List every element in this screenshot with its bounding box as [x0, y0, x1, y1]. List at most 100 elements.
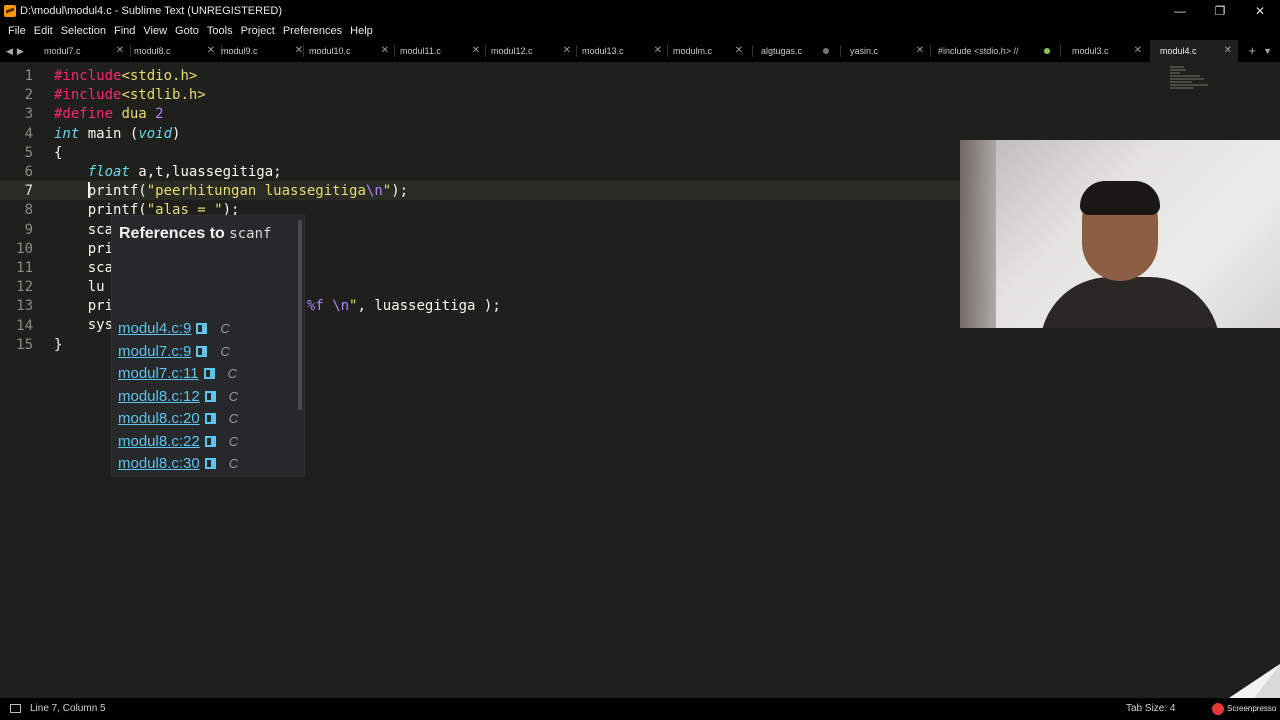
tab-modul10[interactable]: modul10.c ✕	[309, 40, 395, 62]
minimap[interactable]	[1170, 66, 1215, 96]
code-lines: #include<stdio.h> #include<stdlib.h> #de…	[54, 67, 501, 355]
line-number: 11	[16, 260, 33, 277]
token-string: "tinggi = "	[146, 240, 240, 257]
tab-modulm[interactable]: modulm.c ✕	[673, 40, 749, 62]
panel-toggle-icon[interactable]	[10, 704, 21, 713]
tab-close-icon[interactable]: ✕	[116, 40, 124, 62]
minimap-line	[1170, 81, 1192, 83]
token-escape: \n	[365, 183, 383, 200]
tab-modul8[interactable]: modul8.c ✕	[134, 40, 221, 62]
unsaved-dot-icon	[823, 48, 829, 54]
line-number: 6	[24, 164, 33, 181]
close-window-button[interactable]: ✕	[1240, 0, 1280, 22]
tab-label: modul3.c	[1072, 46, 1109, 56]
tab-close-icon[interactable]: ✕	[381, 40, 389, 62]
tab-divider	[303, 45, 304, 57]
minimap-line	[1170, 84, 1208, 86]
token-string: "	[163, 259, 173, 276]
code-line-11: scanf("%f", &t);	[54, 259, 501, 278]
code-line-14: sys	[54, 316, 501, 335]
tab-close-icon[interactable]: ✕	[1134, 40, 1142, 62]
watermark-text: Screenpresso	[1227, 704, 1277, 713]
window-controls: — ❐ ✕	[1160, 0, 1280, 22]
tab-yasin[interactable]: yasin.c ✕	[850, 40, 930, 62]
tab-label: yasin.c	[850, 46, 879, 56]
cursor-position: Line 7, Column 5	[30, 703, 106, 714]
token-plain: printf(	[87, 240, 147, 257]
token-plain: );	[239, 240, 257, 257]
line-number-gutter: 1 2 3 4 5 6 7 8 9 10 11 12 13 14 15	[0, 67, 40, 355]
line-number: 13	[16, 298, 33, 315]
menu-find[interactable]: Find	[110, 22, 139, 40]
maximize-button[interactable]: ❐	[1200, 0, 1240, 22]
menu-preferences[interactable]: Preferences	[279, 22, 346, 40]
tab-algtugas[interactable]: algtugas.c	[761, 40, 837, 62]
token-plain: main (	[79, 125, 139, 142]
new-tab-icon[interactable]: +	[1248, 40, 1256, 62]
line-number: 1	[24, 68, 33, 84]
token-plain: {	[54, 144, 63, 161]
minimap-line	[1170, 78, 1204, 80]
menu-goto[interactable]: Goto	[171, 22, 203, 40]
tab-prev-icon[interactable]: ◀	[6, 46, 13, 57]
token-plain: , luassegitiga );	[357, 298, 501, 315]
window-title: D:\modul\modul4.c - Sublime Text (UNREGI…	[20, 5, 283, 17]
tab-modul3[interactable]: modul3.c ✕	[1072, 40, 1148, 62]
menu-file[interactable]: File	[4, 22, 30, 40]
tab-list-icon[interactable]: ▼	[1263, 40, 1272, 62]
tab-divider	[576, 45, 577, 57]
tab-close-icon[interactable]: ✕	[295, 40, 303, 62]
menu-selection[interactable]: Selection	[57, 22, 110, 40]
minimize-button[interactable]: —	[1160, 0, 1200, 22]
tab-close-icon[interactable]: ✕	[916, 40, 924, 62]
token-preprocessor: #include	[54, 68, 122, 84]
code-line-3: #define dua 2	[54, 105, 501, 124]
unsaved-dot-icon	[1044, 48, 1050, 54]
token-string	[324, 298, 332, 314]
tab-close-icon[interactable]: ✕	[472, 40, 480, 62]
code-line-6: float a,t,luassegitiga;	[54, 163, 501, 182]
tab-bar: ◀ ▶ modul7.c ✕ modul8.c ✕ modul9.c ✕ modul1…	[0, 40, 1280, 62]
minimap-line	[1170, 69, 1186, 71]
menu-tools[interactable]: Tools	[203, 22, 237, 40]
tab-divider	[130, 45, 131, 57]
line-number: 10	[16, 240, 33, 257]
tab-divider	[930, 45, 931, 57]
tab-close-icon[interactable]: ✕	[563, 40, 571, 62]
menu-edit[interactable]: Edit	[30, 22, 57, 40]
tab-next-icon[interactable]: ▶	[17, 46, 24, 57]
tab-modul7[interactable]: modul7.c ✕	[44, 40, 130, 62]
menu-view[interactable]: View	[139, 22, 171, 40]
token-string: "	[138, 221, 147, 238]
menu-help[interactable]: Help	[346, 22, 377, 40]
code-line-9: scanf("%f", &a);	[54, 221, 501, 240]
line-number: 12	[16, 279, 33, 296]
tab-close-icon[interactable]: ✕	[735, 40, 743, 62]
tab-label: modul11.c	[400, 46, 441, 56]
tab-close-icon[interactable]: ✕	[1224, 40, 1232, 62]
token-plain: printf(	[87, 202, 147, 219]
tab-label: modul7.c	[44, 46, 81, 56]
tab-modul12[interactable]: modul12.c ✕	[491, 40, 577, 62]
token-string: "	[382, 183, 392, 200]
tab-modul13[interactable]: modul13.c ✕	[582, 40, 668, 62]
menu-project[interactable]: Project	[237, 22, 279, 40]
tab-size[interactable]: Tab Size: 4	[1126, 698, 1175, 720]
token-escape: \n	[332, 298, 350, 315]
token-plain: , &a);	[172, 221, 223, 238]
line-number: 4	[24, 125, 33, 142]
tab-close-icon[interactable]: ✕	[207, 40, 215, 62]
tab-modul9[interactable]: modul9.c ✕	[221, 40, 309, 62]
token-string: "	[138, 259, 147, 276]
tab-include-stdio[interactable]: #include <stdio.h> //	[938, 40, 1058, 62]
webcam-overlay	[960, 140, 1280, 328]
tab-modul11[interactable]: modul11.c ✕	[400, 40, 486, 62]
tab-modul4-active[interactable]: modul4.c ✕	[1150, 40, 1238, 62]
tab-label: #include <stdio.h> //	[938, 46, 1019, 56]
tab-close-icon[interactable]: ✕	[654, 40, 662, 62]
tab-label: modul8.c	[134, 46, 171, 56]
token-format: %f	[146, 259, 164, 276]
token-plain: lu	[87, 279, 105, 296]
tab-divider	[752, 45, 753, 57]
code-line-8: printf("alas = ");	[54, 201, 501, 220]
